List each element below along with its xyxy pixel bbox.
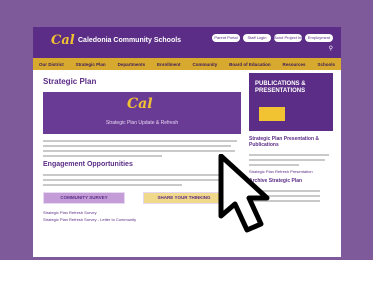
community-survey-button[interactable]: COMMUNITY SURVEY: [43, 192, 125, 204]
intro-paragraph: [43, 140, 241, 157]
nav-item-our-district[interactable]: Our District: [39, 62, 64, 67]
district-logo[interactable]: Cal: [51, 33, 75, 48]
nav-item-schools[interactable]: Schools: [317, 62, 335, 67]
survey-letter-link[interactable]: Strategic Plan Refresh Survey - Letter t…: [43, 217, 241, 222]
publications-promo[interactable]: PUBLICATIONS & PRESENTATIONS: [249, 73, 333, 131]
nav-item-board[interactable]: Board of Education: [229, 62, 271, 67]
header-button-parent-portal[interactable]: Parent Portal: [212, 34, 240, 42]
header-button-staff-login[interactable]: Staff Login: [243, 34, 271, 42]
search-icon[interactable]: ⚲: [329, 45, 333, 52]
hand-cursor-icon: [218, 154, 270, 233]
header-button-employment[interactable]: Employment: [305, 34, 333, 42]
nav-item-resources[interactable]: Resources: [283, 62, 306, 67]
main-nav: Our District Strategic Plan Departments …: [33, 58, 341, 70]
engagement-buttons: COMMUNITY SURVEY SHARE YOUR THINKING: [43, 192, 241, 204]
nav-item-departments[interactable]: Departments: [118, 62, 146, 67]
banner-logo: Cal: [127, 96, 153, 112]
sidebar-caption: Strategic Plan Presentation & Publicatio…: [249, 136, 320, 148]
banner-subtitle: Strategic Plan Update & Refresh: [105, 120, 179, 126]
header-button-bond-project[interactable]: Bond Project Info: [274, 34, 302, 42]
nav-item-enrollment[interactable]: Enrollment: [157, 62, 181, 67]
survey-link[interactable]: Strategic Plan Refresh Survey: [43, 210, 241, 215]
site-header: Cal Caledonia Community Schools Parent P…: [33, 27, 341, 58]
survey-links: Strategic Plan Refresh Survey Strategic …: [43, 210, 241, 222]
header-buttons: Parent Portal Staff Login Bond Project I…: [212, 34, 333, 42]
school-name[interactable]: Caledonia Community Schools: [78, 37, 181, 44]
engagement-heading: Engagement Opportunities: [43, 161, 133, 168]
presentation-board-icon: [259, 107, 285, 121]
strategic-plan-banner: Cal Strategic Plan Update & Refresh: [43, 92, 241, 134]
nav-item-strategic-plan[interactable]: Strategic Plan: [76, 62, 106, 67]
page-title: Strategic Plan: [43, 77, 97, 86]
promo-title: PUBLICATIONS & PRESENTATIONS: [255, 81, 306, 94]
engagement-paragraph: [43, 174, 241, 186]
nav-item-community[interactable]: Community: [192, 62, 217, 67]
main-content: Strategic Plan Cal Strategic Plan Update…: [43, 77, 241, 224]
